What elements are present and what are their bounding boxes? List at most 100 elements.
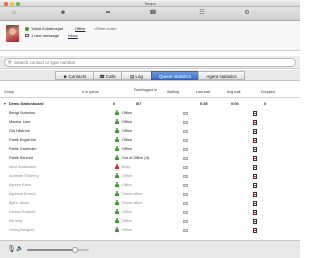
waiting-indicator	[183, 165, 188, 169]
agent-row[interactable]: Patrik Engström Office	[0, 136, 300, 144]
agent-name: Alice Andersson	[9, 164, 37, 169]
volume-slider[interactable]	[27, 247, 89, 253]
tab-calls[interactable]: ☎Calls	[93, 71, 121, 80]
switchboard-icon[interactable]: ☎	[147, 9, 159, 18]
inbox-link[interactable]: Inbox	[68, 33, 78, 38]
presence-status-link[interactable]: Office	[75, 26, 85, 31]
queue-table-body: ▼ Demo Switchboard 0 5/7 0:35 0:00 0 Ben…	[0, 100, 300, 240]
logout-agent-icon[interactable]	[253, 155, 257, 161]
waiting-indicator	[183, 174, 188, 178]
column-header-dropped[interactable]: Dropped	[261, 90, 275, 94]
logout-agent-icon[interactable]	[253, 110, 257, 116]
waiting-indicator	[183, 156, 188, 160]
agent-status: Out of Office (A)	[122, 155, 150, 160]
agent-row[interactable]: Ola Hilström Office	[0, 127, 300, 135]
column-header-avg-wait[interactable]: Avg wait	[227, 90, 241, 94]
last-wait-value: 0:35	[200, 101, 208, 106]
agent-person-icon	[115, 110, 119, 116]
logout-agent-icon[interactable]	[253, 164, 257, 170]
column-header-free-logged[interactable]: Free/logged in	[134, 88, 164, 92]
speaker-icon[interactable]: 🔈	[16, 245, 23, 254]
column-header-group[interactable]: Group	[4, 90, 14, 94]
logout-agent-icon[interactable]	[253, 128, 257, 134]
forward-icon[interactable]: ➦	[102, 9, 114, 18]
agent-name: Ola Hilström	[9, 128, 30, 133]
agent-name: efe kbsj	[9, 218, 23, 223]
agent-name: Patrik Engström	[9, 137, 37, 142]
agent-status: Office	[122, 227, 132, 232]
logout-agent-icon[interactable]	[253, 182, 257, 188]
waiting-indicator	[183, 183, 188, 187]
logout-agent-icon[interactable]	[253, 227, 257, 233]
column-header-last-wait[interactable]: Last wait	[196, 90, 210, 94]
agent-row[interactable]: Andreas Söderng Office	[0, 172, 300, 180]
settings-icon[interactable]: ⚙	[241, 9, 253, 18]
agent-row[interactable]: Georg Kullgren Office	[0, 226, 300, 234]
dialpad-icon[interactable]: ☷	[196, 9, 208, 18]
agent-status: Office	[122, 182, 132, 187]
volume-slider-fill	[27, 249, 76, 251]
column-header-waiting[interactable]: Waiting	[167, 90, 179, 94]
logout-agent-icon[interactable]	[253, 191, 257, 197]
home-icon[interactable]: ⌂	[8, 9, 20, 18]
waiting-indicator	[183, 147, 188, 151]
queue-table-header: Group # in queue Free/logged in Waiting …	[0, 84, 300, 98]
search-input[interactable]	[14, 59, 284, 66]
agent-status: Busy	[122, 164, 131, 169]
logout-agent-icon[interactable]	[253, 119, 257, 125]
main-toolbar: ⌂ ☻ ➦ ☎ ☷ ⚙	[0, 7, 300, 21]
search-box[interactable]: ⚲	[4, 58, 296, 67]
avatar[interactable]	[6, 25, 19, 42]
agent-person-icon	[115, 200, 119, 206]
agent-row[interactable]: Ayreen Kahn Office	[0, 181, 300, 189]
agent-row[interactable]: efe kbsj Office	[0, 217, 300, 225]
agent-row[interactable]: Dennis Rukschi Office	[0, 208, 300, 216]
agent-person-icon	[115, 119, 119, 125]
agent-row[interactable]: Patrik Sörsnöt Out of Office (A)	[0, 154, 300, 162]
agent-status: Office	[122, 218, 132, 223]
presence-status-icon	[25, 27, 29, 31]
phone-icon: ☎	[99, 74, 105, 79]
agent-status: Office	[122, 146, 132, 151]
agent-status: Home office	[122, 200, 143, 205]
logout-agent-icon[interactable]	[253, 209, 257, 215]
group-row[interactable]: ▼ Demo Switchboard 0 5/7 0:35 0:00 0	[0, 100, 300, 108]
agent-row[interactable]: Monitor User Office	[0, 118, 300, 126]
agent-row[interactable]: Björn Jasse Home office	[0, 199, 300, 207]
agent-status: Office	[122, 137, 132, 142]
note-field[interactable]: <Enter note>	[94, 26, 117, 31]
agent-row[interactable]: Ayreens Demo1 Home office	[0, 190, 300, 198]
agent-row[interactable]: Bengt Sorenius Office	[0, 109, 300, 117]
waiting-indicator	[183, 120, 188, 124]
in-queue-value: 0	[113, 101, 116, 106]
agent-person-icon	[115, 209, 119, 215]
tab-bar: ☻Contacts ☎Calls ▤Log Queue statistics A…	[0, 70, 300, 81]
contacts-icon[interactable]: ☻	[57, 9, 69, 18]
microphone-icon[interactable]: 🎙	[7, 245, 16, 254]
tab-label: Contacts	[68, 74, 87, 79]
logout-agent-icon[interactable]	[253, 146, 257, 152]
waiting-indicator	[183, 210, 188, 214]
search-icon: ⚲	[8, 60, 12, 66]
logout-agent-icon[interactable]	[253, 200, 257, 206]
tab-label: Queue statistics	[158, 74, 191, 79]
column-header-in-queue[interactable]: # in queue	[82, 90, 99, 94]
tab-queue-statistics[interactable]: Queue statistics	[151, 71, 198, 80]
tab-label: Calls	[105, 74, 116, 79]
tab-label: Log	[135, 74, 143, 79]
agent-row[interactable]: Patrik Granholm Office	[0, 145, 300, 153]
volume-slider-handle[interactable]	[72, 247, 79, 253]
tab-contacts[interactable]: ☻Contacts	[55, 71, 93, 80]
waiting-indicator	[183, 111, 188, 115]
tab-agent-statistics[interactable]: Agent statistics	[198, 71, 245, 80]
user-name: Yalda Zolrahnejad	[31, 26, 64, 31]
agent-name: Ayreens Demo1	[9, 191, 37, 196]
logout-agent-icon[interactable]	[253, 173, 257, 179]
collapse-arrow-icon[interactable]: ▼	[3, 102, 6, 107]
logout-agent-icon[interactable]	[253, 137, 257, 143]
agent-person-icon	[115, 146, 119, 152]
logout-agent-icon[interactable]	[253, 218, 257, 224]
avg-wait-value: 0:00	[231, 101, 239, 106]
agent-row[interactable]: Alice Andersson Busy	[0, 163, 300, 171]
tab-log[interactable]: ▤Log	[121, 71, 151, 80]
